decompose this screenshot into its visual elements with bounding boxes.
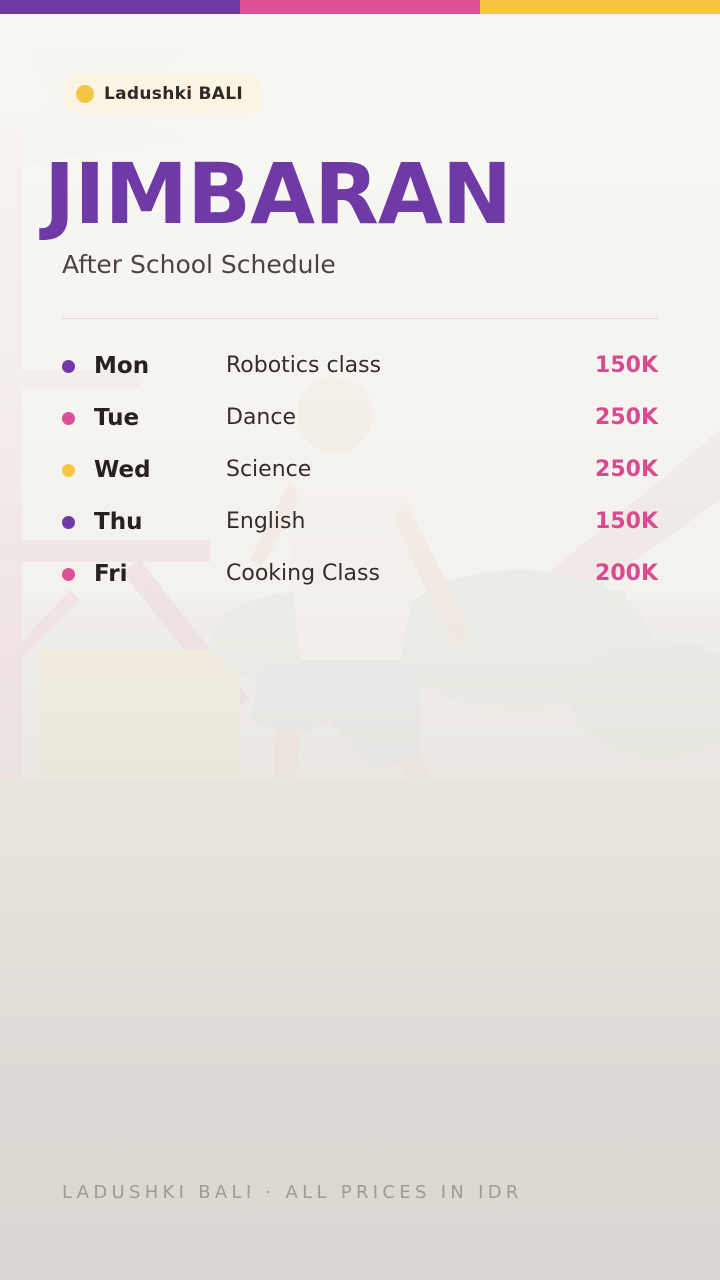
poster: Ladushki BALI JIMBARAN After School Sche…	[0, 0, 720, 1280]
page-subtitle: After School Schedule	[62, 250, 336, 279]
schedule-row-tue: Tue Dance 250K	[62, 392, 658, 444]
top-bar-segment-pink	[240, 0, 480, 14]
bullet-icon	[62, 412, 75, 425]
schedule-activity: Science	[226, 457, 312, 482]
brand-pill: Ladushki BALI	[62, 74, 264, 114]
schedule-day: Tue	[94, 405, 140, 431]
schedule-row-thu: Thu English 150K	[62, 496, 658, 548]
schedule-activity: Robotics class	[226, 353, 382, 378]
brand-label: Ladushki BALI	[104, 84, 244, 104]
top-bar-segment-purple	[0, 0, 240, 14]
schedule-row-fri: Fri Cooking Class 200K	[62, 548, 658, 600]
schedule-day: Wed	[94, 457, 151, 483]
bullet-icon	[62, 360, 75, 373]
schedule-activity: English	[226, 509, 306, 534]
bullet-icon	[62, 464, 75, 477]
footer-note: LADUSHKI BALI · ALL PRICES IN IDR	[62, 1182, 523, 1203]
schedule-price: 250K	[595, 457, 658, 482]
top-color-bar	[0, 0, 720, 14]
schedule-day: Thu	[94, 509, 143, 535]
schedule-price: 200K	[595, 561, 658, 586]
schedule-activity: Cooking Class	[226, 561, 380, 586]
brand-dot-icon	[76, 85, 94, 103]
schedule-day: Mon	[94, 353, 150, 379]
divider	[62, 318, 658, 319]
top-bar-segment-yellow	[480, 0, 720, 14]
schedule-list: Mon Robotics class 150K Tue Dance 250K W…	[62, 340, 658, 600]
bullet-icon	[62, 568, 75, 581]
bullet-icon	[62, 516, 75, 529]
page-title: JIMBARAN	[44, 145, 512, 243]
schedule-row-wed: Wed Science 250K	[62, 444, 658, 496]
schedule-price: 150K	[595, 509, 658, 534]
schedule-activity: Dance	[226, 405, 296, 430]
schedule-row-mon: Mon Robotics class 150K	[62, 340, 658, 392]
schedule-day: Fri	[94, 561, 128, 587]
schedule-price: 250K	[595, 405, 658, 430]
schedule-price: 150K	[595, 353, 658, 378]
